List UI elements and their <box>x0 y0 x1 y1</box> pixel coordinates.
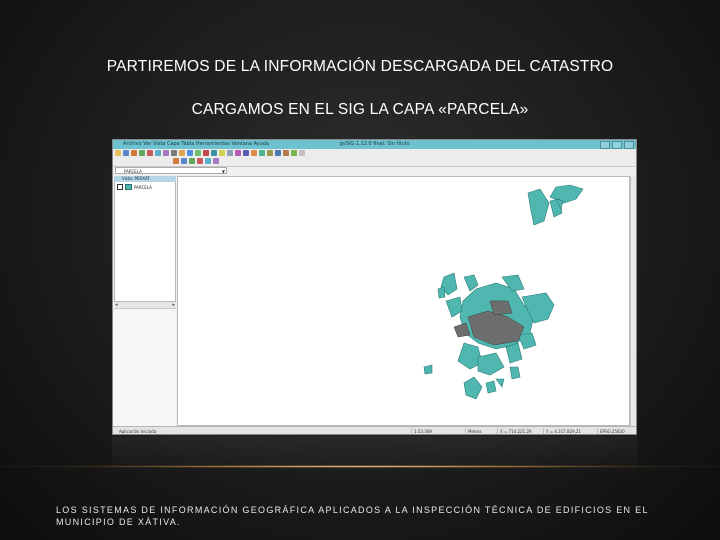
toc-scrollbar[interactable]: ◂ ▸ <box>114 301 176 308</box>
parcel-urban-9 <box>505 342 523 364</box>
parcel-urban-13 <box>495 378 505 388</box>
parcel-urban-12 <box>485 380 497 394</box>
slide-title-line2: CARGAMOS EN EL SIG LA CAPA «PARCELA» <box>191 101 529 118</box>
map-view[interactable] <box>177 176 630 426</box>
layout-icon[interactable] <box>171 150 177 156</box>
decorative-glow-line <box>0 465 720 468</box>
window-controls[interactable] <box>600 141 634 149</box>
geo-process-icon[interactable] <box>283 150 289 156</box>
close-icon[interactable] <box>624 141 634 149</box>
legend-icon[interactable] <box>213 158 219 164</box>
layer-label: PARCELA <box>134 184 152 190</box>
status-y-coord: Y = 4.317.829,21 <box>543 428 581 434</box>
view-selector-value: PARCELA <box>124 169 142 174</box>
overview-icon[interactable] <box>291 150 297 156</box>
parcel-urban-8 <box>477 352 505 376</box>
screenshot-reflection <box>112 436 637 476</box>
parcel-urban-14 <box>509 366 521 380</box>
open-icon[interactable] <box>115 150 121 156</box>
graphic-icon[interactable] <box>267 150 273 156</box>
locator-panel <box>114 308 176 427</box>
draw-point-icon[interactable] <box>173 158 179 164</box>
view-selector-combo[interactable]: PARCELA ▼ <box>115 167 227 174</box>
locate-icon[interactable] <box>243 150 249 156</box>
parcel-urban-6 <box>445 296 463 318</box>
attributes-icon[interactable] <box>205 158 211 164</box>
slide-title-line1: PARTIREMOS DE LA INFORMACIÓN DESCARGADA … <box>106 58 614 75</box>
layer-visibility-checkbox[interactable] <box>117 184 123 190</box>
status-crs: EPSG:25830 <box>597 428 625 434</box>
table-icon[interactable] <box>163 150 169 156</box>
status-scale[interactable]: 1:53.309 <box>411 428 432 434</box>
save-icon[interactable] <box>123 150 129 156</box>
view-icon[interactable] <box>155 150 161 156</box>
view-header[interactable]: Vista: PERXAT <box>114 176 176 182</box>
status-units[interactable]: Metros <box>465 428 482 434</box>
measure-icon[interactable] <box>219 150 225 156</box>
zoom-in-icon[interactable] <box>179 150 185 156</box>
status-bar: Aplicación Iniciada 1:53.309 Metros X = … <box>113 426 636 434</box>
layer-color-swatch <box>125 184 132 190</box>
info-icon[interactable] <box>211 150 217 156</box>
select-icon[interactable] <box>203 150 209 156</box>
urban-core-2 <box>489 300 513 316</box>
app-toolbar <box>113 149 636 167</box>
status-x-coord: X = 714.221,29 <box>497 428 532 434</box>
draw-line-icon[interactable] <box>181 158 187 164</box>
app-window-title: gvSIG 1.12.0 final: Sin título <box>339 141 410 147</box>
parcel-map <box>423 184 584 400</box>
draw-polygon-icon[interactable] <box>189 158 195 164</box>
toolbar-row-1 <box>115 150 305 156</box>
pan-icon[interactable] <box>195 150 201 156</box>
query-icon[interactable] <box>235 150 241 156</box>
hyperlink-icon[interactable] <box>275 150 281 156</box>
parcel-urban-11 <box>463 376 483 400</box>
toolbar-row-2 <box>173 158 219 164</box>
edit-icon[interactable] <box>251 150 257 156</box>
slide-footer: LOS SISTEMAS DE INFORMACIÓN GEOGRÁFICA A… <box>56 505 649 527</box>
maximize-icon[interactable] <box>612 141 622 149</box>
snap-icon[interactable] <box>259 150 265 156</box>
parcel-urban-10 <box>517 332 537 350</box>
parcel-urban-15 <box>423 364 433 375</box>
remove-icon[interactable] <box>147 150 153 156</box>
parcel-cluster-ne-2 <box>527 188 550 226</box>
gis-app-screenshot: Archivo Ver Vista Capa Tabla Herramienta… <box>112 139 637 435</box>
zoom-out-icon[interactable] <box>187 150 193 156</box>
extent-icon[interactable] <box>227 150 233 156</box>
delete-feature-icon[interactable] <box>197 158 203 164</box>
settings-icon[interactable] <box>299 150 305 156</box>
print-icon[interactable] <box>131 150 137 156</box>
add-layer-icon[interactable] <box>139 150 145 156</box>
map-vertical-scrollbar[interactable] <box>630 176 636 426</box>
chevron-down-icon[interactable]: ▼ <box>222 168 225 175</box>
layer-item-parcela[interactable]: PARCELA <box>117 184 152 190</box>
parcel-urban-16 <box>437 286 446 299</box>
minimize-icon[interactable] <box>600 141 610 149</box>
app-titlebar: Archivo Ver Vista Capa Tabla Herramienta… <box>113 140 636 149</box>
status-message: Aplicación Iniciada <box>119 429 157 434</box>
parcel-urban-2 <box>463 274 479 292</box>
